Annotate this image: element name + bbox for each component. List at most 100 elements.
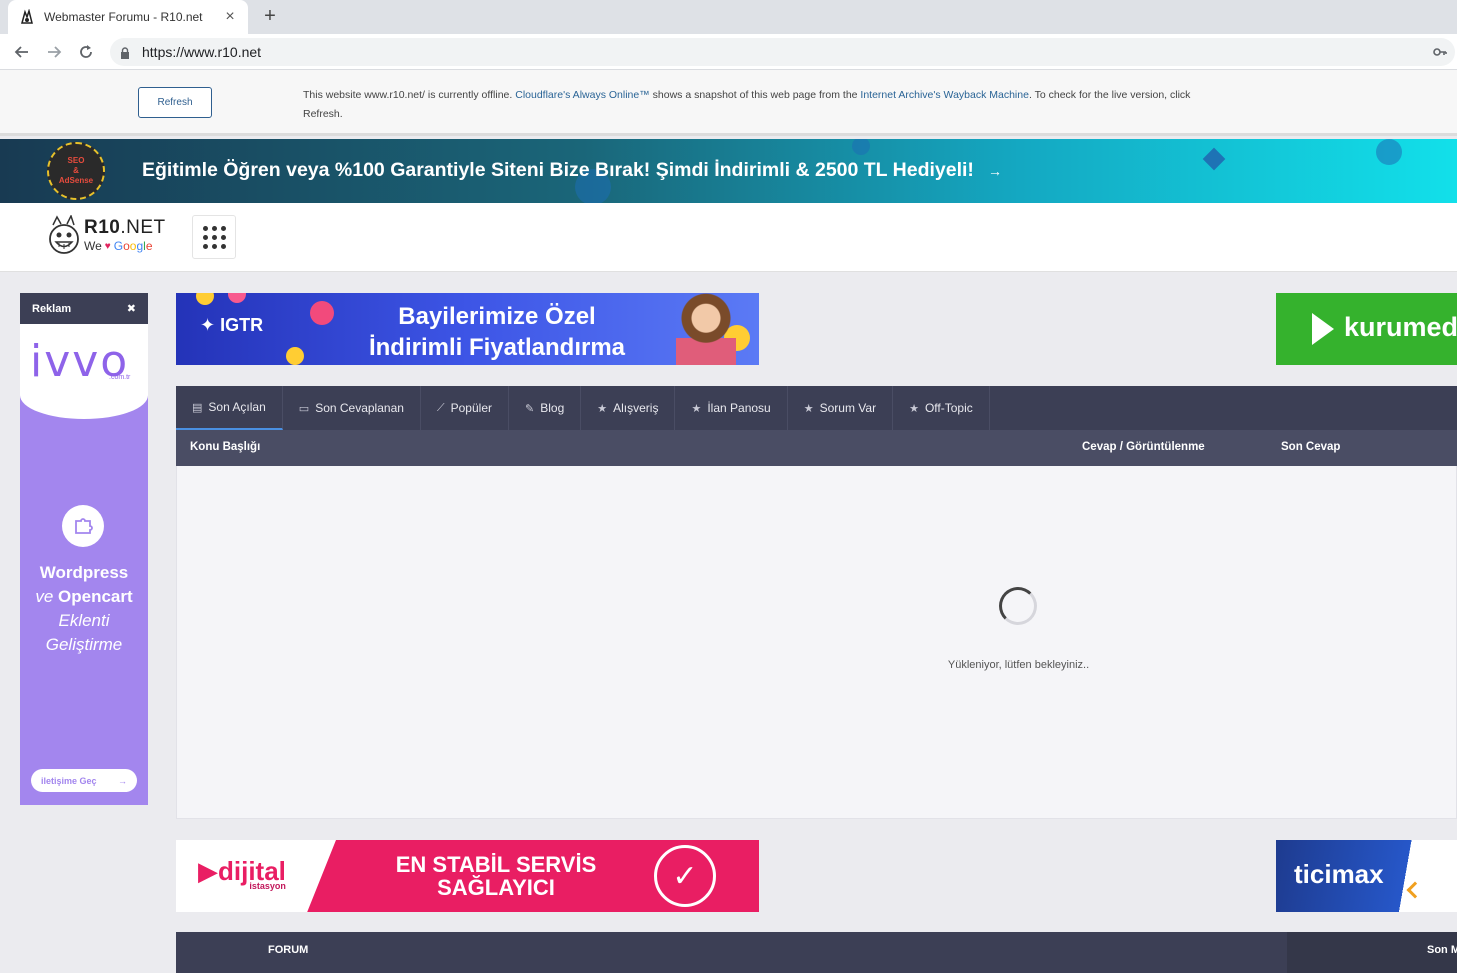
dijital-headline: EN STABİL SERVİS SAĞLAYICI (376, 853, 616, 899)
heart-icon: ♥ (104, 240, 111, 252)
forum-section-label: FORUM (268, 944, 309, 956)
forum-section-header: FORUM (176, 932, 1287, 973)
tab-son-acilan[interactable]: ▤ Son Açılan (176, 386, 283, 430)
igtr-headline: Bayilerimize Özel İndirimli Fiyatlandırm… (352, 301, 642, 363)
address-bar[interactable]: https://www.r10.net (110, 38, 1455, 66)
column-header-last-reply: Son Cevap (1281, 441, 1341, 453)
tab-label: Blog (540, 401, 565, 415)
new-tab-button[interactable]: + (258, 4, 282, 28)
lock-icon (120, 46, 130, 59)
promo-text: Eğitimle Öğren veya %100 Garantiyle Site… (142, 159, 1002, 182)
emoji-decor (228, 293, 246, 303)
igtr-line: İndirimli Fiyatlandırma (368, 334, 626, 361)
arrow-right-icon: → (118, 775, 127, 786)
ticimax-logo: ticimax (1294, 859, 1384, 889)
tab-sorum-var[interactable]: ★ Sorum Var (788, 386, 894, 430)
tab-ilan-panosu[interactable]: ★ İlan Panosu (675, 386, 788, 430)
woman-photo (676, 293, 736, 365)
forward-button[interactable] (38, 36, 70, 68)
always-online-link[interactable]: Cloudflare's Always Online™ (515, 89, 649, 101)
reload-icon (80, 44, 92, 58)
promo-banner[interactable]: SEO & AdSense Eğitimle Öğren veya %100 G… (0, 139, 1457, 203)
document-icon: ▤ (192, 401, 203, 414)
g-letter: G (113, 239, 124, 253)
feather-icon: ✎ (525, 402, 535, 415)
ad-line: Wordpress (39, 563, 129, 582)
promo-headline: Eğitimle Öğren veya %100 Garantiyle Site… (142, 159, 974, 181)
offline-text-2: shows a snapshot of this web page from t… (649, 89, 861, 101)
ad-banner-igtr[interactable]: ✦ IGTR Bayilerimize Özel İndirimli Fiyat… (176, 293, 759, 365)
side-ad-text: Wordpress ve Opencart Eklenti Geliştirme (20, 561, 148, 657)
tab-label: Alışveriş (613, 401, 659, 415)
tab-label: Popüler (450, 401, 492, 415)
cloudflare-offline-notice: Refresh This website www.r10.net/ is cur… (0, 70, 1457, 136)
side-ad-ivvo[interactable]: Reklam ✖ ivvo .com.tr Wordpress ve Openc… (20, 293, 148, 805)
star-icon: ★ (909, 402, 919, 415)
loading-spinner-icon (999, 587, 1037, 625)
ad-label: Reklam (32, 302, 72, 315)
wayback-machine-link[interactable]: Internet Archive's Wayback Machine (860, 89, 1029, 101)
tab-label: Son Cevaplanan (315, 401, 404, 415)
latest-messages-label: Son M (1427, 944, 1457, 956)
apps-grid-icon[interactable] (192, 215, 236, 259)
chevron-decor-icon (1406, 881, 1424, 899)
logo-wordmark: R10.NET (84, 217, 166, 239)
ad-line-part: Opencart (58, 587, 133, 606)
puzzle-icon (62, 505, 104, 547)
close-icon[interactable]: ✖ (127, 302, 136, 315)
badge-line: & (73, 166, 79, 175)
dijital-logo: ▶dijital istasyon (198, 856, 286, 891)
g-letter: e (145, 239, 153, 253)
ad-line: Eklenti (58, 611, 110, 630)
tab-label: Son Açılan (208, 400, 266, 414)
decor-diamond (1202, 147, 1226, 171)
g-letter: o (123, 239, 130, 253)
igtr-logo-text: IGTR (220, 315, 264, 335)
arrow-right-icon (48, 45, 62, 58)
ad-banner-kurumed[interactable]: kurumed (1276, 293, 1457, 365)
offline-message: This website www.r10.net/ is currently o… (303, 86, 1203, 124)
chart-line-icon: ⟋ (436, 401, 445, 414)
column-header-replies: Cevap / Görüntülenme (1082, 441, 1205, 453)
tab-blog[interactable]: ✎ Blog (509, 386, 582, 430)
refresh-button[interactable]: Refresh (138, 87, 212, 118)
arrow-right-icon: → (987, 163, 1002, 179)
kurumed-arrow-icon (1312, 313, 1334, 345)
decor-circle (852, 139, 870, 155)
tab-label: Sorum Var (819, 401, 877, 415)
dijital-line: EN STABİL SERVİS (395, 852, 597, 877)
back-button[interactable] (6, 36, 38, 68)
seo-adsense-badge: SEO & AdSense (47, 142, 105, 200)
tab-son-cevaplanan[interactable]: ▭ Son Cevaplanan (283, 386, 421, 430)
ivvo-domain: .com.tr (109, 374, 131, 381)
ad-banner-ticimax[interactable]: ticimax (1276, 840, 1457, 912)
tab-close-icon[interactable]: × (222, 8, 238, 26)
contact-button[interactable]: iletişime Geç → (31, 769, 137, 792)
browser-tab[interactable]: Webmaster Forumu - R10.net × (8, 0, 248, 34)
badge-line: AdSense (58, 176, 94, 185)
tab-off-topic[interactable]: ★ Off-Topic (893, 386, 990, 430)
key-icon[interactable] (1433, 44, 1447, 60)
logo-bold: R10 (84, 217, 121, 238)
heart-decor (310, 301, 334, 325)
emoji-decor (196, 293, 214, 305)
star-icon: ★ (597, 402, 608, 415)
tab-alisveris[interactable]: ★ Alışveriş (581, 386, 676, 430)
ad-line-part: ve (35, 587, 59, 606)
ad-line: Geliştirme (45, 635, 123, 654)
google-wordmark: Google (114, 239, 153, 253)
logo-text: R10.NET We ♥ Google (84, 217, 166, 253)
star-icon: ★ (691, 402, 702, 415)
reload-button[interactable] (70, 36, 102, 68)
check-circle-icon: ✓ (654, 845, 716, 907)
kurumed-logo: kurumed (1344, 312, 1457, 342)
site-logo[interactable]: R10.NET We ♥ Google (47, 215, 166, 255)
ad-banner-dijital-istasyon[interactable]: ▶dijital istasyon EN STABİL SERVİS SAĞLA… (176, 840, 759, 912)
dijital-line: SAĞLAYICI (437, 875, 555, 900)
igtr-line: Bayilerimize Özel (398, 303, 596, 330)
decor-circle (1376, 139, 1402, 165)
r10-favicon-icon (18, 8, 36, 26)
tab-populer[interactable]: ⟋ Popüler (421, 386, 509, 430)
latest-messages-header: Son M (1287, 932, 1457, 973)
star-icon: ★ (803, 402, 814, 415)
